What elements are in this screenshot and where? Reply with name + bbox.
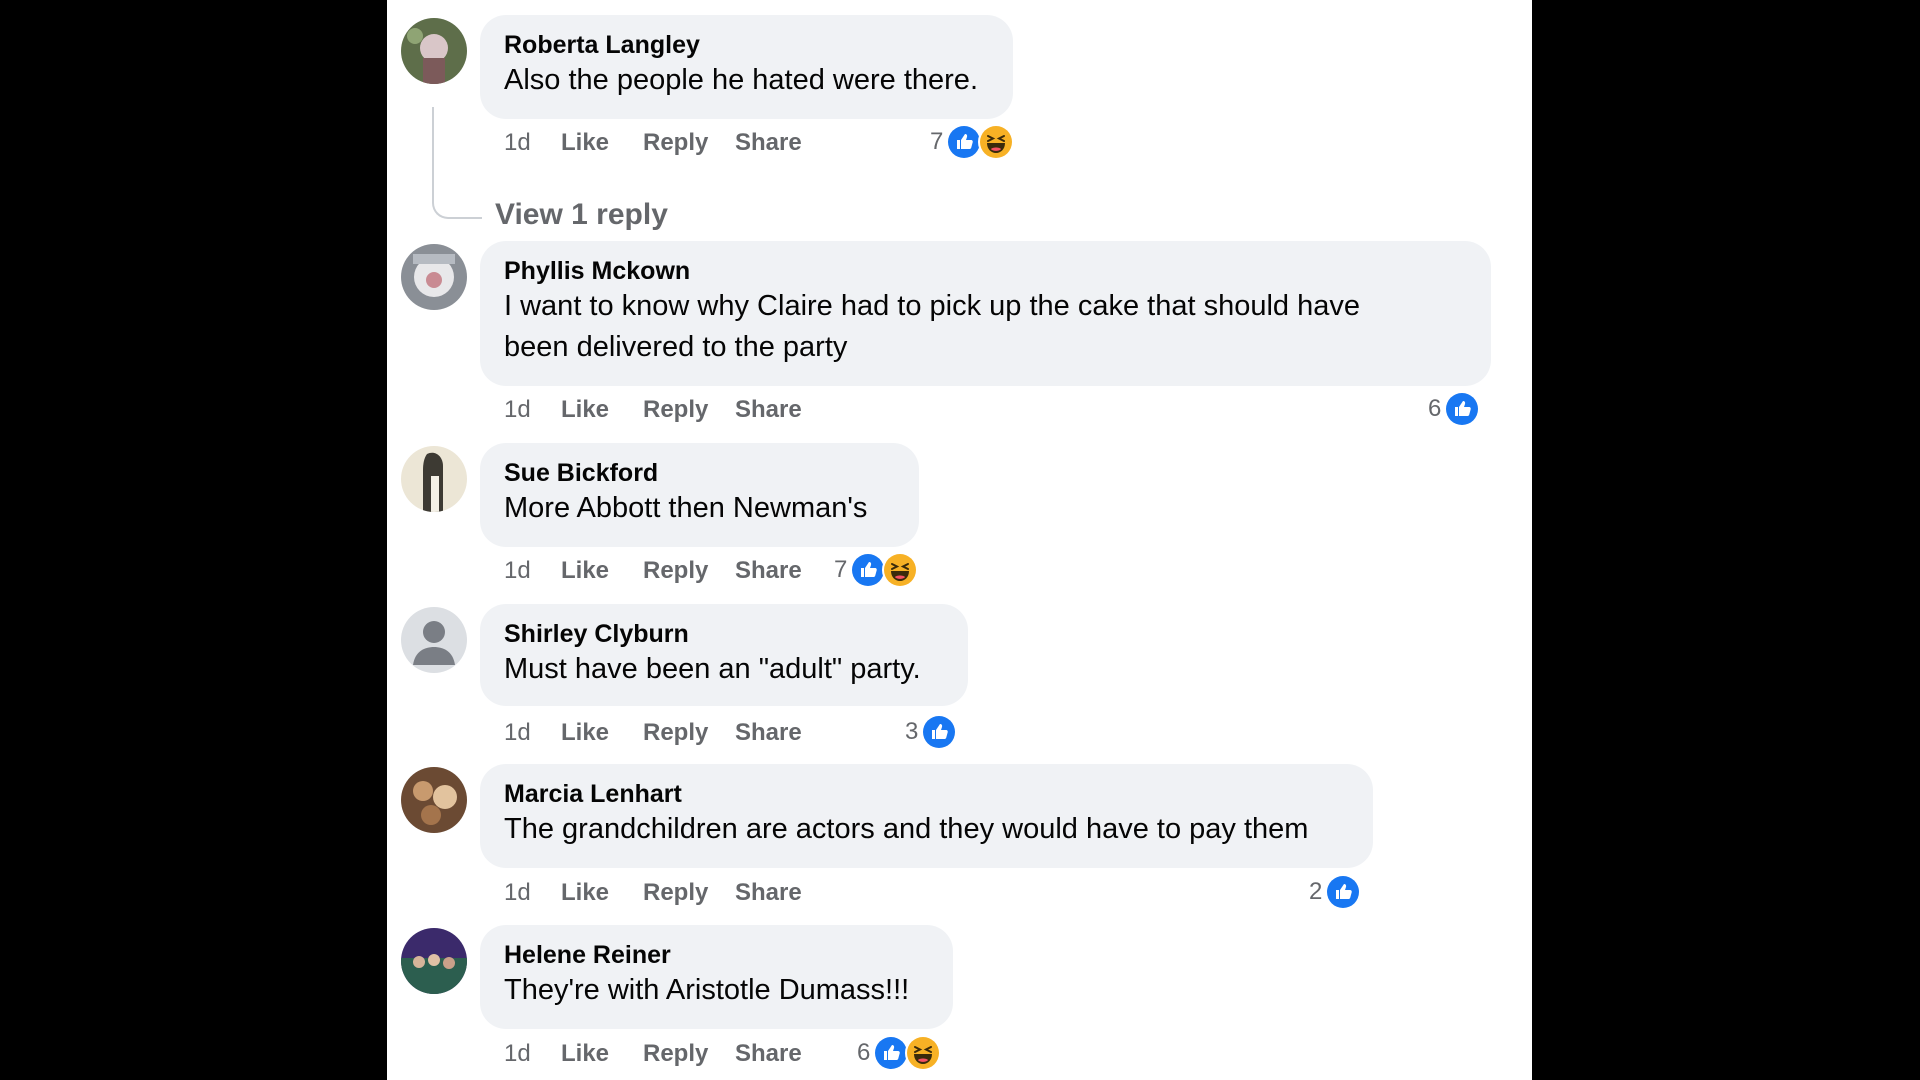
like-icon — [921, 714, 958, 750]
avatar[interactable] — [401, 767, 467, 833]
timestamp[interactable]: 1d — [504, 128, 531, 158]
comment-author[interactable]: Phyllis Mckown — [504, 256, 1467, 286]
timestamp[interactable]: 1d — [504, 1039, 531, 1069]
reply-button[interactable]: Reply — [643, 128, 708, 158]
haha-icon — [978, 124, 1015, 160]
comment-bubble: Phyllis Mckown I want to know why Claire… — [480, 241, 1491, 386]
like-icon — [946, 124, 983, 160]
comment-text: Also the people he hated were there. — [504, 64, 978, 96]
avatar[interactable] — [401, 928, 467, 994]
comment-text: The grandchildren are actors and they wo… — [504, 813, 1309, 845]
comment-author[interactable]: Helene Reiner — [504, 940, 929, 970]
comment-author[interactable]: Roberta Langley — [504, 30, 989, 60]
timestamp[interactable]: 1d — [504, 395, 531, 425]
view-replies-link[interactable]: View 1 reply — [495, 197, 668, 233]
avatar[interactable] — [401, 244, 467, 310]
reaction-count: 6 — [857, 1039, 871, 1066]
avatar[interactable] — [401, 607, 467, 673]
comment-author[interactable]: Sue Bickford — [504, 458, 895, 488]
share-button[interactable]: Share — [735, 395, 802, 425]
like-icon — [873, 1035, 910, 1071]
avatar[interactable] — [401, 18, 467, 84]
comment-bubble: Sue Bickford More Abbott then Newman's — [480, 443, 919, 547]
reaction-count: 6 — [1428, 395, 1442, 422]
reaction-count: 2 — [1309, 878, 1323, 905]
like-button[interactable]: Like — [561, 878, 609, 908]
avatar[interactable] — [401, 446, 467, 512]
reaction-summary[interactable]: 7 — [834, 552, 919, 588]
comment-text: They're with Aristotle Dumass!!! — [504, 974, 910, 1006]
reaction-summary[interactable]: 2 — [1309, 874, 1362, 910]
like-button[interactable]: Like — [561, 1039, 609, 1069]
share-button[interactable]: Share — [735, 1039, 802, 1069]
share-button[interactable]: Share — [735, 128, 802, 158]
comment-text: More Abbott then Newman's — [504, 492, 868, 524]
reaction-summary[interactable]: 3 — [905, 714, 958, 750]
reply-button[interactable]: Reply — [643, 718, 708, 748]
reaction-summary[interactable]: 6 — [857, 1035, 942, 1071]
share-button[interactable]: Share — [735, 556, 802, 586]
haha-icon — [882, 552, 919, 588]
comments-panel: Roberta Langley Also the people he hated… — [387, 0, 1532, 1080]
comment-bubble: Helene Reiner They're with Aristotle Dum… — [480, 925, 953, 1029]
timestamp[interactable]: 1d — [504, 878, 531, 908]
haha-icon — [905, 1035, 942, 1071]
like-button[interactable]: Like — [561, 128, 609, 158]
reaction-count: 7 — [930, 128, 944, 155]
timestamp[interactable]: 1d — [504, 718, 531, 748]
comment-author[interactable]: Marcia Lenhart — [504, 779, 1349, 809]
like-icon — [1325, 874, 1362, 910]
reply-button[interactable]: Reply — [643, 395, 708, 425]
like-button[interactable]: Like — [561, 395, 609, 425]
reply-thread-line — [432, 107, 482, 219]
comment-text: Must have been an "adult" party. — [504, 653, 921, 685]
comment-bubble: Roberta Langley Also the people he hated… — [480, 15, 1013, 119]
reaction-count: 3 — [905, 718, 919, 745]
like-button[interactable]: Like — [561, 556, 609, 586]
share-button[interactable]: Share — [735, 718, 802, 748]
reaction-count: 7 — [834, 556, 848, 583]
reply-button[interactable]: Reply — [643, 556, 708, 586]
like-button[interactable]: Like — [561, 718, 609, 748]
share-button[interactable]: Share — [735, 878, 802, 908]
like-icon — [1444, 391, 1481, 427]
comment-author[interactable]: Shirley Clyburn — [504, 619, 944, 649]
comment-text-line: I want to know why Claire had to pick up… — [504, 290, 1360, 322]
like-icon — [850, 552, 887, 588]
comment-bubble: Shirley Clyburn Must have been an "adult… — [480, 604, 968, 706]
reaction-summary[interactable]: 7 — [930, 124, 1015, 160]
comment-text-line: been delivered to the party — [504, 331, 848, 363]
reaction-summary[interactable]: 6 — [1428, 391, 1481, 427]
timestamp[interactable]: 1d — [504, 556, 531, 586]
reply-button[interactable]: Reply — [643, 878, 708, 908]
reply-button[interactable]: Reply — [643, 1039, 708, 1069]
comment-bubble: Marcia Lenhart The grandchildren are act… — [480, 764, 1373, 868]
